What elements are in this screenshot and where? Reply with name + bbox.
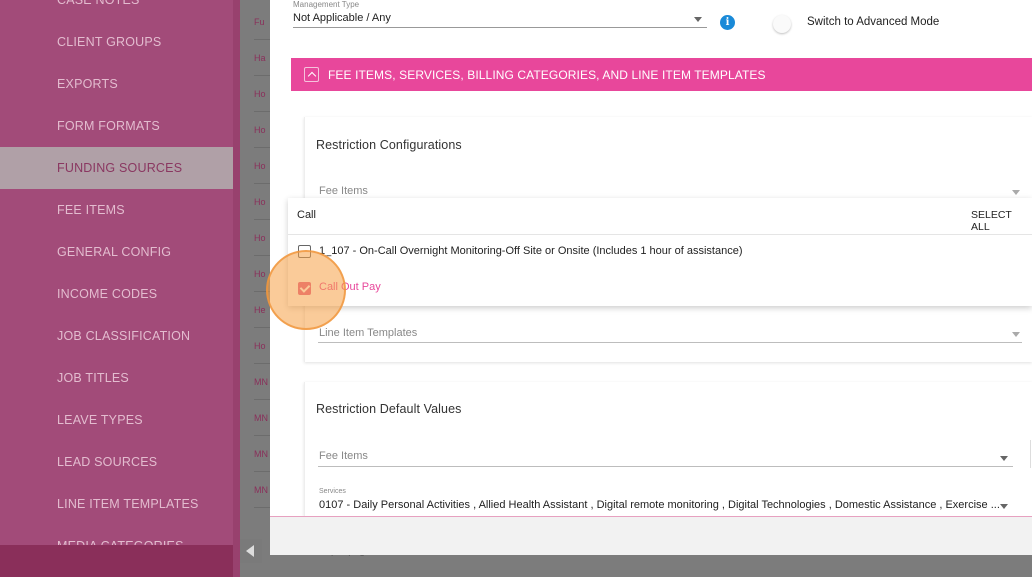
chevron-up-icon[interactable] bbox=[304, 67, 319, 82]
sidebar: CASE NOTES CLIENT GROUPS EXPORTS FORM FO… bbox=[0, 0, 240, 577]
fee-items-label: Fee Items bbox=[319, 185, 368, 197]
management-type-select[interactable]: Not Applicable / Any bbox=[293, 12, 707, 28]
select-all-button[interactable]: SELECT ALL bbox=[971, 209, 1032, 233]
advanced-mode-toggle[interactable] bbox=[773, 15, 791, 33]
default-fee-items-label: Fee Items bbox=[319, 450, 368, 462]
management-type-value: Not Applicable / Any bbox=[293, 12, 391, 24]
default-fee-items-underline[interactable] bbox=[318, 466, 1013, 467]
sidebar-item-income-codes[interactable]: INCOME CODES bbox=[0, 273, 233, 315]
dropdown-search-input[interactable]: Call bbox=[297, 209, 316, 221]
divider bbox=[288, 234, 1032, 235]
chevron-down-icon[interactable] bbox=[1000, 504, 1008, 509]
section-title: FEE ITEMS, SERVICES, BILLING CATEGORIES,… bbox=[328, 68, 766, 82]
management-type-label: Management Type bbox=[293, 0, 360, 9]
sidebar-footer bbox=[0, 545, 240, 577]
restriction-config-title: Restriction Configurations bbox=[316, 138, 462, 152]
advanced-mode-label: Switch to Advanced Mode bbox=[807, 16, 940, 28]
chevron-down-icon[interactable] bbox=[1000, 456, 1008, 461]
modal-footer bbox=[270, 516, 1032, 555]
sidebar-item-general-config[interactable]: GENERAL CONFIG bbox=[0, 231, 233, 273]
sidebar-item-funding-sources[interactable]: FUNDING SOURCES bbox=[0, 147, 233, 189]
dropdown-option[interactable]: 1_107 - On-Call Overnight Monitoring-Off… bbox=[319, 245, 743, 257]
divider bbox=[1030, 440, 1031, 468]
sidebar-scrollbar[interactable] bbox=[233, 0, 240, 577]
sidebar-item-job-titles[interactable]: JOB TITLES bbox=[0, 357, 233, 399]
restriction-defaults-title: Restriction Default Values bbox=[316, 402, 462, 416]
sidebar-item-lead-sources[interactable]: LEAD SOURCES bbox=[0, 441, 233, 483]
click-indicator bbox=[266, 250, 346, 330]
chevron-down-icon[interactable] bbox=[1012, 190, 1020, 195]
services-select[interactable]: 0107 - Daily Personal Activities , Allie… bbox=[319, 499, 999, 511]
sidebar-item-exports[interactable]: EXPORTS bbox=[0, 63, 233, 105]
line-item-templates-label: Line Item Templates bbox=[319, 327, 418, 339]
sidebar-item-job-classification[interactable]: JOB CLASSIFICATION bbox=[0, 315, 233, 357]
sidebar-item-form-formats[interactable]: FORM FORMATS bbox=[0, 105, 233, 147]
sidebar-item-client-groups[interactable]: CLIENT GROUPS bbox=[0, 21, 233, 63]
info-icon[interactable]: i bbox=[720, 15, 735, 30]
sidebar-item-line-item-templates[interactable]: LINE ITEM TEMPLATES bbox=[0, 483, 233, 525]
services-label: Services bbox=[319, 488, 346, 495]
line-item-templates-underline bbox=[318, 342, 1022, 343]
collapse-sidebar-button[interactable] bbox=[240, 539, 262, 563]
sidebar-item-leave-types[interactable]: LEAVE TYPES bbox=[0, 399, 233, 441]
sidebar-item-fee-items[interactable]: FEE ITEMS bbox=[0, 189, 233, 231]
chevron-down-icon[interactable] bbox=[1012, 332, 1020, 337]
chevron-down-icon[interactable] bbox=[694, 17, 702, 22]
sidebar-item-case-notes[interactable]: CASE NOTES bbox=[0, 0, 233, 21]
